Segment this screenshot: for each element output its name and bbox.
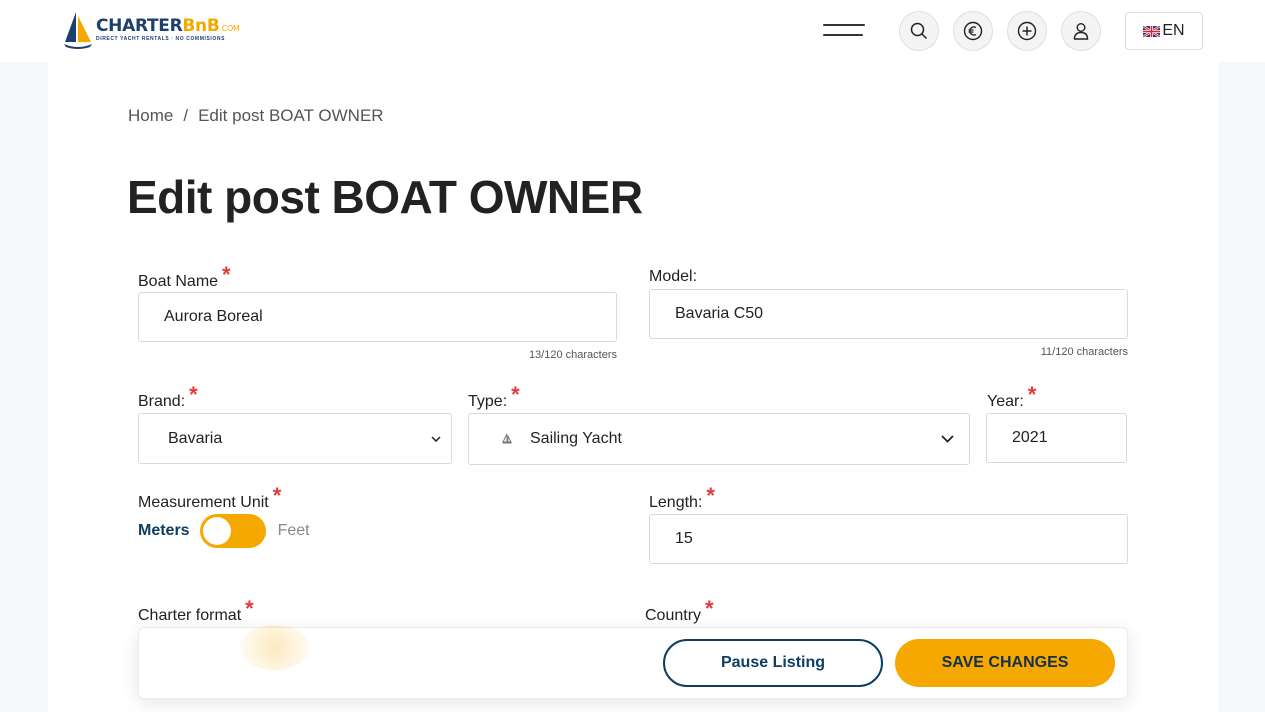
- length-input[interactable]: 15: [649, 514, 1128, 564]
- breadcrumb: Home / Edit post BOAT OWNER: [128, 106, 384, 126]
- country-label: Country *: [645, 596, 714, 624]
- obscured-toggle-shadow: [240, 625, 310, 670]
- model-char-counter: 11/120 characters: [1040, 346, 1128, 358]
- pause-listing-button[interactable]: Pause Listing: [663, 639, 883, 687]
- chevron-down-icon: [941, 435, 954, 443]
- boat-name-value: Aurora Boreal: [164, 308, 263, 325]
- charter-format-label: Charter format *: [138, 596, 254, 624]
- year-input[interactable]: 2021: [986, 413, 1127, 463]
- required-asterisk: *: [245, 596, 254, 621]
- logo-tagline: DIRECT YACHT RENTALS · NO COMMISIONS: [96, 36, 226, 42]
- sailboat-icon: [502, 433, 512, 444]
- euro-icon: [963, 21, 983, 41]
- search-button[interactable]: [899, 11, 939, 51]
- length-value: 15: [675, 530, 693, 547]
- required-asterisk: *: [272, 483, 282, 508]
- chevron-down-icon: [431, 435, 441, 442]
- measurement-unit-toggle-row: Meters Feet: [138, 514, 310, 548]
- language-selector[interactable]: EN: [1125, 12, 1203, 50]
- charterbnb-logo[interactable]: CHARTERBnB.COM DIRECT YACHT RENTALS · NO…: [62, 9, 252, 51]
- breadcrumb-separator: /: [183, 106, 189, 125]
- measurement-unit-label: Measurement Unit *: [138, 483, 282, 511]
- required-asterisk: *: [511, 382, 520, 407]
- top-navigation-bar: CHARTERBnB.COM DIRECT YACHT RENTALS · NO…: [0, 0, 1265, 62]
- user-icon: [1073, 23, 1089, 40]
- boat-name-char-counter: 13/120 characters: [528, 349, 617, 361]
- required-asterisk: *: [189, 382, 198, 407]
- currency-button[interactable]: [953, 11, 993, 51]
- required-asterisk: *: [706, 483, 715, 508]
- account-button[interactable]: [1061, 11, 1101, 51]
- brand-value: Bavaria: [168, 429, 223, 447]
- unit-toggle-switch[interactable]: [199, 514, 266, 548]
- save-changes-button[interactable]: SAVE CHANGES: [895, 639, 1115, 687]
- required-asterisk: *: [222, 262, 231, 287]
- language-label: EN: [1162, 22, 1185, 39]
- breadcrumb-home-link[interactable]: Home: [128, 106, 173, 126]
- sailboat-logo-icon: [64, 12, 92, 49]
- type-select[interactable]: Sailing Yacht: [468, 413, 970, 465]
- uk-flag-icon: [1143, 25, 1161, 37]
- boat-name-input[interactable]: Aurora Boreal: [138, 292, 617, 342]
- meters-option[interactable]: Meters: [138, 522, 190, 540]
- toggle-knob: [202, 517, 231, 545]
- brand-select[interactable]: Bavaria: [138, 413, 452, 464]
- boat-name-label: Boat Name *: [138, 262, 231, 290]
- menu-icon[interactable]: [823, 22, 867, 40]
- feet-option[interactable]: Feet: [278, 522, 310, 540]
- length-label: Length: *: [649, 483, 715, 511]
- type-label: Type: *: [468, 382, 520, 410]
- search-icon: [910, 22, 928, 40]
- page-title: Edit post BOAT OWNER: [127, 171, 643, 223]
- add-listing-button[interactable]: [1007, 11, 1047, 51]
- year-label: Year: *: [987, 382, 1037, 410]
- plus-circle-icon: [1017, 21, 1037, 41]
- model-input[interactable]: Bavaria C50: [649, 289, 1128, 339]
- required-asterisk: *: [1027, 382, 1037, 407]
- logo-wordmark: CHARTERBnB.COM: [96, 16, 240, 36]
- year-value: 2021: [1012, 429, 1048, 446]
- brand-label: Brand: *: [138, 382, 198, 410]
- required-asterisk: *: [705, 596, 714, 621]
- type-value: Sailing Yacht: [530, 430, 622, 447]
- breadcrumb-current: Edit post BOAT OWNER: [198, 106, 384, 125]
- model-value: Bavaria C50: [675, 305, 764, 322]
- model-label: Model:: [649, 268, 698, 285]
